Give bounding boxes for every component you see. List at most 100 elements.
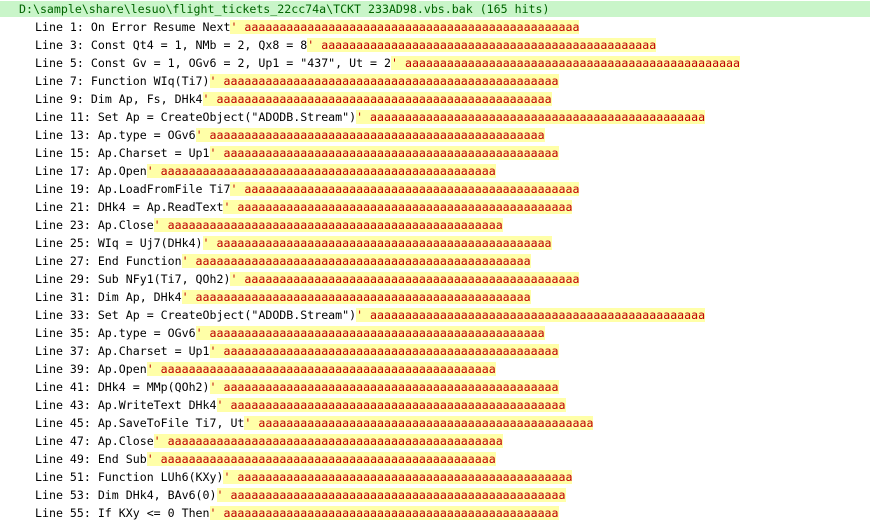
result-line[interactable]: Line 9: Dim Ap, Fs, DHk4' aaaaaaaaaaaaaa… (0, 90, 876, 108)
line-number-label: Line 7: (35, 74, 84, 88)
result-line[interactable]: Line 31: Dim Ap, DHk4' aaaaaaaaaaaaaaaaa… (0, 288, 876, 306)
line-number-label: Line 31: (35, 290, 91, 304)
line-code: Ap.Charset = Up1 (97, 146, 210, 160)
match-highlight: ' aaaaaaaaaaaaaaaaaaaaaaaaaaaaaaaaaaaaaa… (202, 92, 552, 106)
match-highlight: ' aaaaaaaaaaaaaaaaaaaaaaaaaaaaaaaaaaaaaa… (356, 308, 706, 322)
line-code: DHk4 = Ap.ReadText (97, 200, 224, 214)
match-highlight: ' aaaaaaaaaaaaaaaaaaaaaaaaaaaaaaaaaaaaaa… (244, 416, 594, 430)
line-code: Ap.type = OGv6 (97, 128, 196, 142)
file-path: D:\sample\share\lesuo\flight_tickets_22c… (19, 2, 473, 16)
line-code: Function LUh6(KXy) (97, 470, 224, 484)
match-highlight: ' aaaaaaaaaaaaaaaaaaaaaaaaaaaaaaaaaaaaaa… (216, 488, 566, 502)
result-line[interactable]: Line 41: DHk4 = MMp(QOh2)' aaaaaaaaaaaaa… (0, 378, 876, 396)
result-line[interactable]: Line 27: End Function' aaaaaaaaaaaaaaaaa… (0, 252, 876, 270)
line-code: Function WIq(Ti7) (90, 74, 210, 88)
match-highlight: ' aaaaaaaaaaaaaaaaaaaaaaaaaaaaaaaaaaaaaa… (202, 236, 552, 250)
line-number-label: Line 51: (35, 470, 91, 484)
line-number-label: Line 53: (35, 488, 91, 502)
line-number-label: Line 1: (35, 20, 84, 34)
line-number-label: Line 43: (35, 398, 91, 412)
result-line[interactable]: Line 51: Function LUh6(KXy)' aaaaaaaaaaa… (0, 468, 876, 486)
line-number-label: Line 3: (35, 38, 84, 52)
match-highlight: ' aaaaaaaaaaaaaaaaaaaaaaaaaaaaaaaaaaaaaa… (209, 506, 559, 520)
line-number-label: Line 41: (35, 380, 91, 394)
line-number-label: Line 13: (35, 128, 91, 142)
match-highlight: ' aaaaaaaaaaaaaaaaaaaaaaaaaaaaaaaaaaaaaa… (230, 272, 580, 286)
line-code: Const Qt4 = 1, NMb = 2, Qx8 = 8 (90, 38, 308, 52)
match-highlight: ' aaaaaaaaaaaaaaaaaaaaaaaaaaaaaaaaaaaaaa… (146, 452, 496, 466)
file-result-header[interactable]: D:\sample\share\lesuo\flight_tickets_22c… (0, 1, 870, 17)
line-number-label: Line 25: (35, 236, 91, 250)
result-line[interactable]: Line 47: Ap.Close' aaaaaaaaaaaaaaaaaaaaa… (0, 432, 876, 450)
match-highlight: ' aaaaaaaaaaaaaaaaaaaaaaaaaaaaaaaaaaaaaa… (209, 380, 559, 394)
line-number-label: Line 47: (35, 434, 91, 448)
result-lines: Line 1: On Error Resume Next ' aaaaaaaaaa… (0, 18, 876, 521)
result-line[interactable]: Line 39: Ap.Open' aaaaaaaaaaaaaaaaaaaaaa… (0, 360, 876, 378)
result-line[interactable]: Line 23: Ap.Close' aaaaaaaaaaaaaaaaaaaaa… (0, 216, 876, 234)
line-code: Set Ap = CreateObject("ADODB.Stream") (97, 110, 357, 124)
match-highlight: ' aaaaaaaaaaaaaaaaaaaaaaaaaaaaaaaaaaaaaa… (195, 128, 545, 142)
line-number-label: Line 19: (35, 182, 91, 196)
line-code: Ap.Open (97, 164, 147, 178)
line-code: Ap.Open (97, 362, 147, 376)
line-number-label: Line 39: (35, 362, 91, 376)
line-number-label: Line 49: (35, 452, 91, 466)
match-highlight: ' aaaaaaaaaaaaaaaaaaaaaaaaaaaaaaaaaaaaaa… (209, 74, 559, 88)
line-code: Dim Ap, Fs, DHk4 (90, 92, 203, 106)
line-code: Dim DHk4, BAv6(0) (97, 488, 217, 502)
line-code: Ap.type = OGv6 (97, 326, 196, 340)
match-highlight: ' aaaaaaaaaaaaaaaaaaaaaaaaaaaaaaaaaaaaaa… (223, 200, 573, 214)
result-line[interactable]: Line 21: DHk4 = Ap.ReadText' aaaaaaaaaaa… (0, 198, 876, 216)
search-results-panel: D:\sample\share\lesuo\flight_tickets_22c… (0, 0, 876, 521)
hit-count: (165 hits) (479, 2, 550, 16)
line-number-label: Line 45: (35, 416, 91, 430)
match-highlight: ' aaaaaaaaaaaaaaaaaaaaaaaaaaaaaaaaaaaaaa… (216, 398, 566, 412)
result-line[interactable]: Line 3: Const Qt4 = 1, NMb = 2, Qx8 = 8'… (0, 36, 876, 54)
line-number-label: Line 37: (35, 344, 91, 358)
result-line[interactable]: Line 49: End Sub' aaaaaaaaaaaaaaaaaaaaaa… (0, 450, 876, 468)
result-line[interactable]: Line 7: Function WIq(Ti7)' aaaaaaaaaaaaa… (0, 72, 876, 90)
line-number-label: Line 23: (35, 218, 91, 232)
line-code: DHk4 = MMp(QOh2) (97, 380, 210, 394)
line-code: Dim Ap, DHk4 (97, 290, 182, 304)
result-line[interactable]: Line 11: Set Ap = CreateObject("ADODB.St… (0, 108, 876, 126)
result-line[interactable]: Line 17: Ap.Open' aaaaaaaaaaaaaaaaaaaaaa… (0, 162, 876, 180)
line-code: End Function (97, 254, 182, 268)
line-code: If KXy <= 0 Then (97, 506, 210, 520)
line-number-label: Line 9: (35, 92, 84, 106)
result-line[interactable]: Line 19: Ap.LoadFromFile Ti7' aaaaaaaaaa… (0, 180, 876, 198)
result-line[interactable]: Line 1: On Error Resume Next' aaaaaaaaaa… (0, 18, 876, 36)
line-number-label: Line 55: (35, 506, 91, 520)
match-highlight: ' aaaaaaaaaaaaaaaaaaaaaaaaaaaaaaaaaaaaaa… (153, 434, 503, 448)
line-code: Ap.Close (97, 218, 154, 232)
match-highlight: ' aaaaaaaaaaaaaaaaaaaaaaaaaaaaaaaaaaaaaa… (223, 470, 573, 484)
line-number-label: Line 11: (35, 110, 91, 124)
result-line[interactable]: Line 15: Ap.Charset = Up1' aaaaaaaaaaaaa… (0, 144, 876, 162)
line-number-label: Line 27: (35, 254, 91, 268)
line-number-label: Line 35: (35, 326, 91, 340)
result-line[interactable]: Line 43: Ap.WriteText DHk4' aaaaaaaaaaaa… (0, 396, 876, 414)
line-code: Ap.WriteText DHk4 (97, 398, 217, 412)
match-highlight: ' aaaaaaaaaaaaaaaaaaaaaaaaaaaaaaaaaaaaaa… (307, 38, 657, 52)
line-code: Ap.LoadFromFile Ti7 (97, 182, 231, 196)
match-highlight: ' aaaaaaaaaaaaaaaaaaaaaaaaaaaaaaaaaaaaaa… (181, 290, 531, 304)
result-line[interactable]: Line 35: Ap.type = OGv6' aaaaaaaaaaaaaaa… (0, 324, 876, 342)
result-line[interactable]: Line 33: Set Ap = CreateObject("ADODB.St… (0, 306, 876, 324)
result-line[interactable]: Line 53: Dim DHk4, BAv6(0)' aaaaaaaaaaaa… (0, 486, 876, 504)
line-code: WIq = Uj7(DHk4) (97, 236, 203, 250)
result-line[interactable]: Line 5: Const Gv = 1, OGv6 = 2, Up1 = "4… (0, 54, 876, 72)
line-code: Sub NFy1(Ti7, QOh2) (97, 272, 231, 286)
result-line[interactable]: Line 37: Ap.Charset = Up1' aaaaaaaaaaaaa… (0, 342, 876, 360)
match-highlight: ' aaaaaaaaaaaaaaaaaaaaaaaaaaaaaaaaaaaaaa… (181, 254, 531, 268)
result-line[interactable]: Line 45: Ap.SaveToFile Ti7, Ut' aaaaaaaa… (0, 414, 876, 432)
result-line[interactable]: Line 25: WIq = Uj7(DHk4)' aaaaaaaaaaaaaa… (0, 234, 876, 252)
result-line[interactable]: Line 55: If KXy <= 0 Then' aaaaaaaaaaaaa… (0, 504, 876, 521)
result-line[interactable]: Line 13: Ap.type = OGv6' aaaaaaaaaaaaaaa… (0, 126, 876, 144)
match-highlight: ' aaaaaaaaaaaaaaaaaaaaaaaaaaaaaaaaaaaaaa… (230, 20, 580, 34)
match-highlight: ' aaaaaaaaaaaaaaaaaaaaaaaaaaaaaaaaaaaaaa… (209, 344, 559, 358)
line-code: Ap.Close (97, 434, 154, 448)
line-code: Ap.SaveToFile Ti7, Ut (97, 416, 245, 430)
line-number-label: Line 5: (35, 56, 84, 70)
match-highlight: ' aaaaaaaaaaaaaaaaaaaaaaaaaaaaaaaaaaaaaa… (153, 218, 503, 232)
result-line[interactable]: Line 29: Sub NFy1(Ti7, QOh2)' aaaaaaaaaa… (0, 270, 876, 288)
